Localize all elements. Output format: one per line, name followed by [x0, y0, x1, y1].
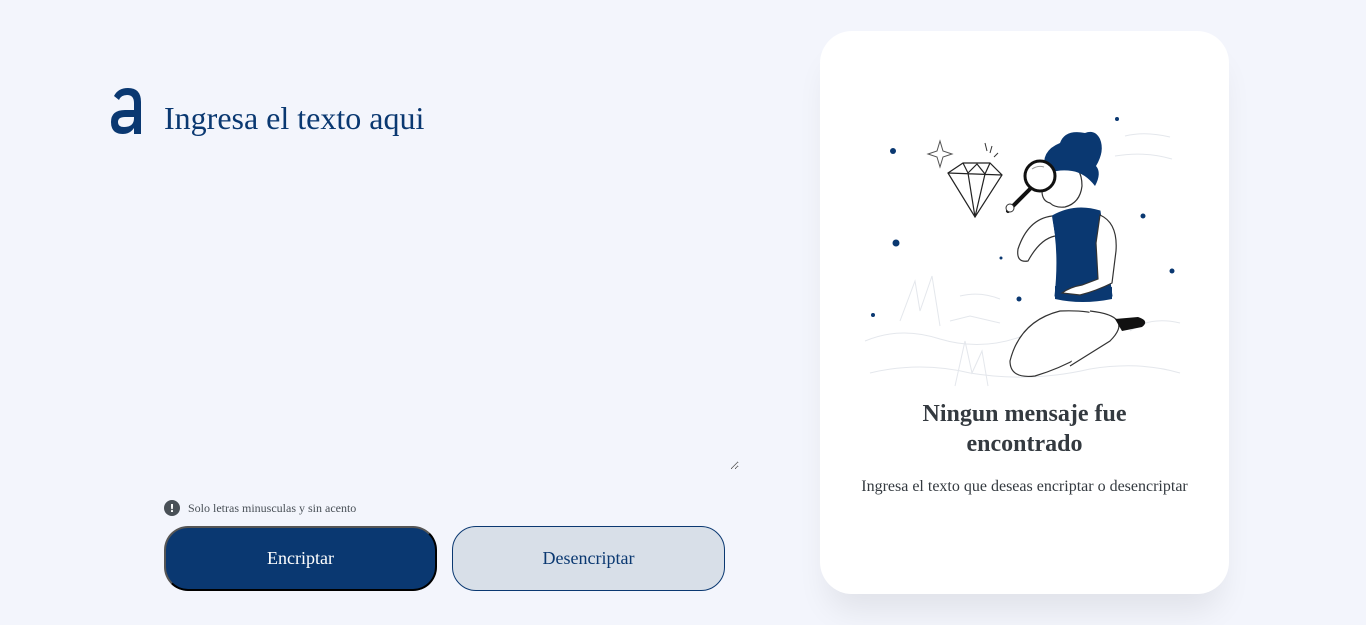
boy-with-magnifying-glass-illustration	[864, 117, 1181, 387]
hint: ! Solo letras minusculas y sin acento	[164, 500, 356, 516]
encrypt-button[interactable]: Encriptar	[164, 526, 437, 591]
text-input[interactable]	[164, 100, 739, 470]
alura-logo-icon	[111, 88, 141, 134]
result-card: Ningun mensaje fue encontrado Ingresa el…	[820, 31, 1229, 594]
exclamation-circle-icon: !	[164, 500, 180, 516]
decrypt-button[interactable]: Desencriptar	[452, 526, 725, 591]
result-title: Ningun mensaje fue encontrado	[922, 401, 1127, 457]
hint-text: Solo letras minusculas y sin acento	[188, 500, 357, 515]
result-text: Ingresa el texto que deseas encriptar o …	[861, 478, 1188, 495]
